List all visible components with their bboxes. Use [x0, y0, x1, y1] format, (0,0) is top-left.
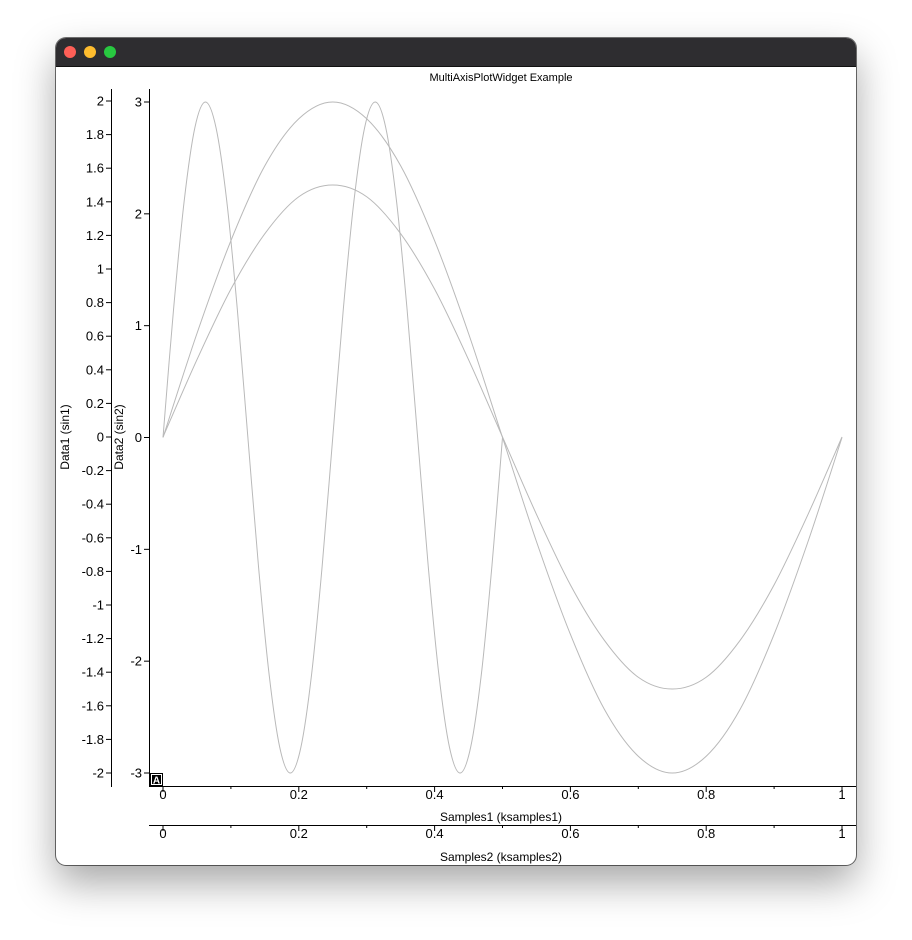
samples1-axis-tick-label: 0.8 — [697, 787, 715, 802]
chart-title: MultiAxisPlotWidget Example — [429, 72, 572, 84]
x-axis-samples1-label: Samples1 (ksamples1) — [440, 810, 562, 824]
x-axis-samples2: 0 0.2 0.4 0.6 0.8 1 — [149, 825, 856, 841]
samples1-axis-tick-label: 0.4 — [426, 787, 444, 802]
title-bar — [56, 38, 856, 67]
y-axis-data1-tick-label: -1.8 — [82, 732, 104, 747]
y-axis-data2-tick-label: -2 — [130, 654, 142, 669]
y-axis-data1-tick-label: -0.6 — [82, 530, 104, 545]
y-axis-data1-tick-label: 0 — [97, 430, 104, 445]
samples2-axis-tick-label: 0 — [159, 826, 166, 841]
y-axis-data1-tick-label: 1 — [97, 262, 104, 277]
samples2-axis-tick-label: 0.2 — [290, 826, 308, 841]
samples2-axis-tick-label: 0.4 — [426, 826, 444, 841]
y-axis-data2: 3 2 1 0 -1 -2 -3 — [130, 89, 150, 787]
y-axis-data1-label: Data1 (sin1) — [58, 404, 72, 469]
y-axis-data1-tick-label: -0.8 — [82, 564, 104, 579]
app-window: MultiAxisPlotWidget Example 2 1.8 1.6 1.4 1.… — [56, 38, 856, 865]
y-axis-data1-tick-label: -1.6 — [82, 698, 104, 713]
y-axis-data1-tick-label: 1.4 — [86, 194, 104, 209]
y-axis-data2-tick-label: 3 — [135, 95, 142, 110]
y-axis-data1: 2 1.8 1.6 1.4 1.2 1 0.8 0.6 0.4 0.2 0 -0.2 -0.4 -0.6 -… — [82, 89, 112, 787]
y-axis-data1-tick-label: 2 — [97, 94, 104, 109]
y-axis-data1-tick-label: 1.2 — [86, 228, 104, 243]
y-axis-data1-tick-label: -1.4 — [82, 665, 104, 680]
y-axis-data2-tick-label: -1 — [130, 542, 142, 557]
minimize-icon[interactable] — [84, 46, 96, 58]
samples2-axis-tick-label: 0.8 — [697, 826, 715, 841]
samples2-axis-tick-label: 0.6 — [561, 826, 579, 841]
multi-axis-chart: MultiAxisPlotWidget Example 2 1.8 1.6 1.4 1.… — [58, 72, 856, 864]
samples1-axis-tick-label: 1 — [838, 787, 845, 802]
samples1-axis-tick-label: 0 — [159, 787, 166, 802]
samples1-axis-tick-label: 0.2 — [290, 787, 308, 802]
y-axis-data2-tick-label: -3 — [130, 766, 142, 781]
plot-area: MultiAxisPlotWidget Example 2 1.8 1.6 1.4 1.… — [56, 67, 856, 865]
x-axis-samples2-label: Samples2 (ksamples2) — [440, 850, 562, 864]
y-axis-data1-tick-label: 0.8 — [86, 295, 104, 310]
y-axis-data1-tick-label: -0.2 — [82, 463, 104, 478]
plot-frame — [151, 87, 856, 785]
y-axis-data2-label: Data2 (sin2) — [112, 404, 126, 469]
y-axis-data2-tick-label: 1 — [135, 318, 142, 333]
samples1-axis-tick-label: 0.6 — [561, 787, 579, 802]
y-axis-data1-tick-label: 0.6 — [86, 329, 104, 344]
corner-badge[interactable]: A — [150, 773, 163, 787]
y-axis-data1-tick-label: 0.4 — [86, 362, 104, 377]
y-axis-data2-tick-label: 2 — [135, 206, 142, 221]
y-axis-data2-tick-label: 0 — [135, 430, 142, 445]
maximize-icon[interactable] — [104, 46, 116, 58]
y-axis-data1-tick-label: -1 — [92, 598, 104, 613]
y-axis-data1-tick-label: 0.2 — [86, 396, 104, 411]
y-axis-data1-tick-label: 1.8 — [86, 127, 104, 142]
y-axis-data1-tick-label: -1.2 — [82, 631, 104, 646]
x-axis-samples1: 0 0.2 0.4 0.6 0.8 1 — [149, 786, 856, 802]
y-axis-data1-tick-label: -0.4 — [82, 497, 104, 512]
y-axis-data1-tick-label: -2 — [92, 766, 104, 781]
corner-badge-label: A — [153, 776, 160, 787]
samples2-axis-tick-label: 1 — [838, 826, 845, 841]
y-axis-data1-tick-label: 1.6 — [86, 161, 104, 176]
close-icon[interactable] — [64, 46, 76, 58]
